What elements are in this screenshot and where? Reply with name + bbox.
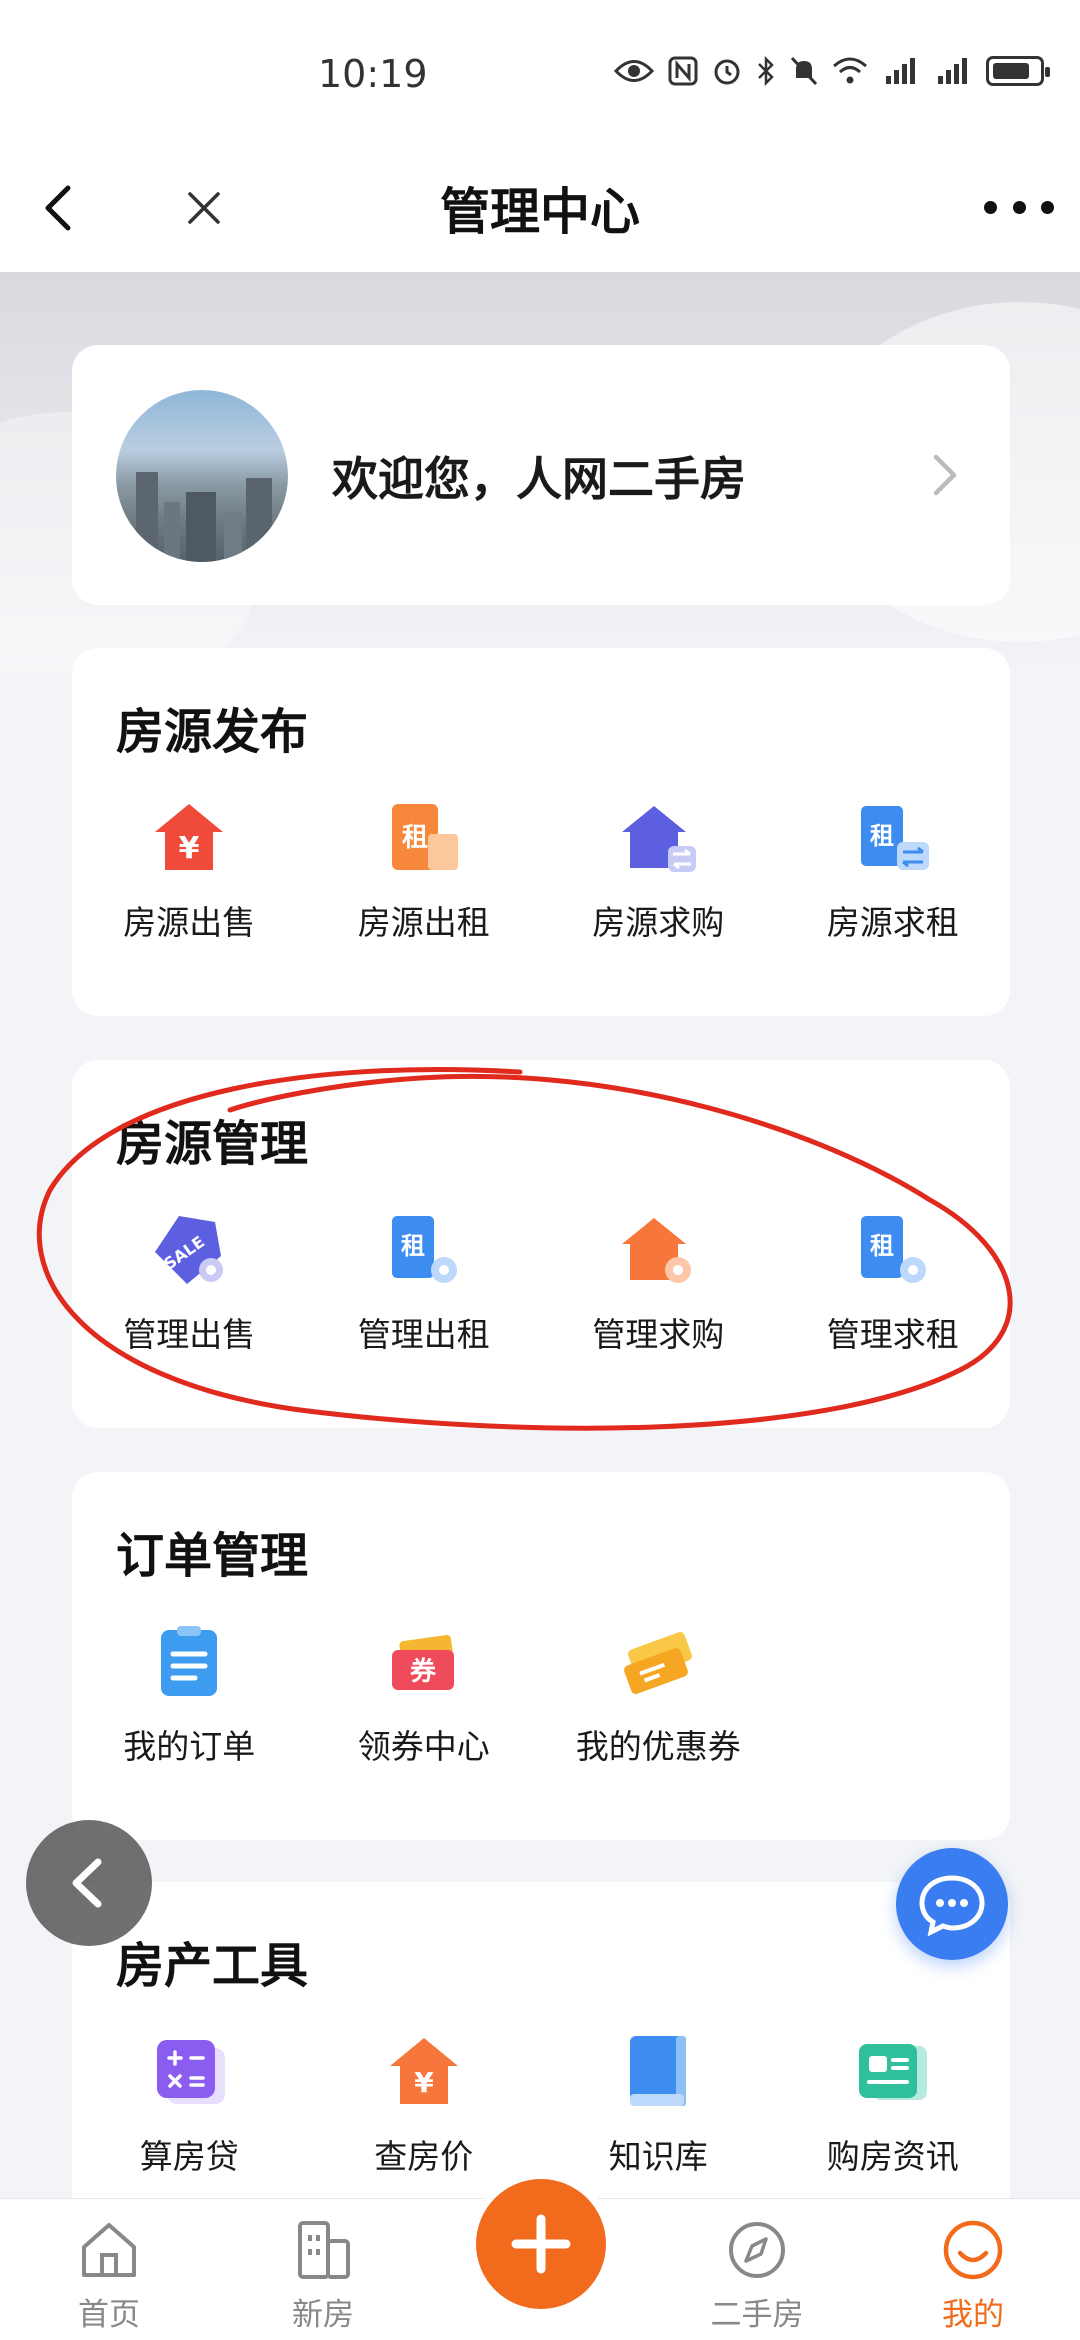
grid-item-buy-request[interactable]: 房源求购: [541, 798, 776, 944]
tab-label: 新房: [292, 2297, 354, 2333]
grid-item-manage-rent-request[interactable]: 租 管理求租: [776, 1210, 1011, 1356]
home-icon: [82, 2223, 136, 2277]
tab-label: 我的: [942, 2297, 1004, 2333]
grid-label: 房源求购: [592, 903, 725, 942]
svg-text:¥: ¥: [179, 831, 200, 866]
tab-home[interactable]: 首页: [34, 2217, 184, 2334]
svg-text:券: 券: [410, 1657, 437, 1687]
coupon-icon: 券: [391, 1634, 454, 1690]
eye-icon: [614, 60, 654, 82]
grid-label: 房源出售: [123, 903, 256, 942]
grid-item-news[interactable]: 购房资讯: [776, 2032, 1011, 2178]
svg-text:¥: ¥: [414, 2066, 434, 2099]
chevron-left-icon: [72, 1858, 102, 1908]
battery-icon: [986, 56, 1050, 86]
tickets-icon: [624, 1632, 693, 1694]
grid-label: 管理求购: [592, 1315, 725, 1354]
welcome-card[interactable]: 欢迎您，人网二手房: [72, 345, 1010, 605]
publish-card: 房源发布 ¥ 房源出售 租 房源出租 房源求购 租 房源求租: [72, 648, 1010, 1016]
chat-button[interactable]: [896, 1848, 1008, 1960]
floating-back-button[interactable]: [26, 1820, 152, 1946]
more-menu-button[interactable]: [984, 182, 1054, 232]
chevron-right-icon: [933, 454, 957, 496]
tab-new-homes[interactable]: 新房: [248, 2217, 398, 2334]
compass-icon: [729, 2222, 785, 2278]
bluetooth-icon: [758, 56, 774, 86]
house-price-icon: ¥: [389, 2038, 458, 2104]
svg-text:租: 租: [402, 823, 428, 853]
tab-label: 二手房: [710, 2297, 804, 2333]
wifi-icon: [833, 57, 867, 84]
section-title-manage: 房源管理: [116, 1116, 309, 1172]
grid-label: 管理出租: [357, 1315, 490, 1354]
grid-label: 算房贷: [139, 2137, 239, 2176]
rent-exchange-icon: 租: [860, 806, 929, 870]
grid-label: 管理出售: [123, 1315, 256, 1354]
calculator-icon: [157, 2040, 226, 2104]
status-bar: 10:19: [0, 0, 1080, 150]
sale-tag-gear-icon: SALE: [155, 1216, 224, 1284]
grid-item-manage-sell[interactable]: SALE 管理出售: [72, 1210, 307, 1356]
grid-label: 管理求租: [826, 1315, 959, 1354]
signal-icon-2: [938, 58, 967, 84]
grid-item-my-coupons[interactable]: 我的优惠券: [541, 1622, 776, 1768]
welcome-text: 欢迎您，人网二手房: [332, 452, 746, 506]
svg-text:租: 租: [401, 1232, 425, 1260]
grid-item-knowledge-base[interactable]: 知识库: [541, 2032, 776, 2178]
house-gear-icon: [622, 1218, 692, 1283]
house-exchange-icon: [622, 806, 697, 872]
grid-item-rent[interactable]: 租 房源出租: [307, 798, 542, 944]
title-bar: 管理中心: [0, 150, 1080, 272]
smile-icon: [943, 2220, 1003, 2280]
chat-bubble-icon: [919, 1875, 985, 1937]
grid-item-manage-buy[interactable]: 管理求购: [541, 1210, 776, 1356]
grid-label: 知识库: [608, 2137, 708, 2176]
svg-text:租: 租: [870, 1232, 894, 1260]
tab-second-hand[interactable]: 二手房: [682, 2217, 832, 2334]
tab-mine[interactable]: 我的: [898, 2217, 1048, 2334]
svg-text:租: 租: [870, 822, 894, 850]
news-icon: [858, 2044, 927, 2100]
manage-card: 房源管理 SALE 管理出售 租 管理出租 管理求购 租 管理求租: [72, 1060, 1010, 1428]
rent-building-icon: 租: [391, 804, 458, 870]
nfc-icon: [668, 56, 698, 86]
clipboard-icon: [161, 1626, 218, 1696]
house-yuan-icon: ¥: [155, 804, 224, 870]
rent-gear-icon: 租: [391, 1216, 457, 1283]
building-icon: [298, 2221, 350, 2279]
add-button[interactable]: [476, 2179, 606, 2309]
grid-item-manage-rent[interactable]: 租 管理出租: [307, 1210, 542, 1356]
orders-card: 订单管理 我的订单 券 领券中心 我的优惠券: [72, 1472, 1010, 1840]
mute-bell-icon: [790, 56, 818, 86]
status-icons: [614, 56, 1050, 86]
alarm-icon: [714, 59, 740, 85]
grid-label: 我的订单: [123, 1727, 256, 1766]
grid-label: 房源求租: [826, 903, 959, 942]
grid-label: 查房价: [374, 2137, 474, 2176]
page-title: 管理中心: [440, 183, 640, 241]
grid-item-coupon-center[interactable]: 券 领券中心: [307, 1622, 542, 1768]
tab-label: 首页: [78, 2297, 140, 2333]
grid-item-sell[interactable]: ¥ 房源出售: [72, 798, 307, 944]
grid-item-mortgage-calc[interactable]: 算房贷: [72, 2032, 307, 2178]
grid-label: 我的优惠券: [575, 1727, 741, 1766]
bottom-tab-bar: 首页 新房 二手房 我的: [0, 2179, 1080, 2340]
status-time: 10:19: [318, 52, 428, 96]
grid-label: 房源出租: [357, 903, 490, 942]
book-icon: [630, 2036, 687, 2106]
section-title-publish: 房源发布: [116, 704, 309, 760]
grid-item-my-orders[interactable]: 我的订单: [72, 1622, 307, 1768]
signal-icon: [886, 58, 915, 84]
grid-label: 购房资讯: [826, 2137, 959, 2176]
grid-item-house-price[interactable]: ¥ 查房价: [307, 2032, 542, 2178]
section-title-orders: 订单管理: [116, 1528, 309, 1584]
avatar: [116, 390, 288, 562]
grid-label: 领券中心: [357, 1727, 490, 1766]
grid-item-rent-request[interactable]: 租 房源求租: [776, 798, 1011, 944]
rent-doc-gear-icon: 租: [860, 1216, 926, 1283]
plus-icon: [511, 2214, 571, 2274]
